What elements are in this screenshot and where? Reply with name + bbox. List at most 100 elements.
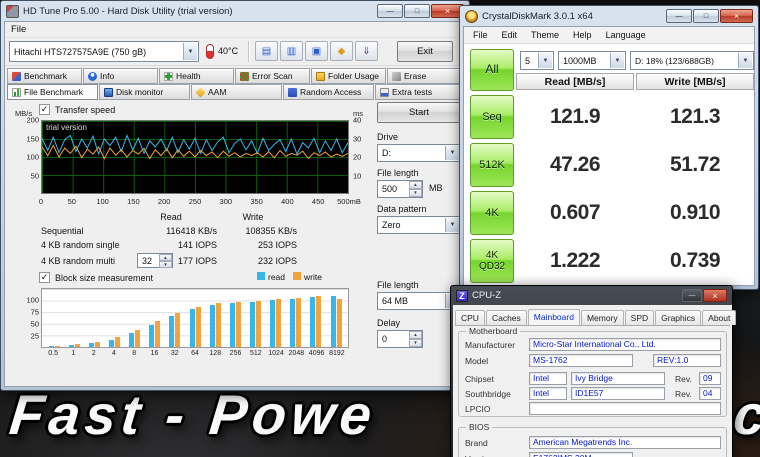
tab-info[interactable]: Info [83,68,158,84]
drive-dropdown[interactable]: D: 18% (123/688GB) ▼ [630,51,754,70]
read-bar [229,302,235,347]
file-length-stepper[interactable]: 500 ▲ ▼ [377,180,423,198]
cpuz-titlebar[interactable]: Z CPU-Z — × [453,286,730,305]
bar-pair [125,289,145,347]
minimize-button[interactable]: — [666,9,692,23]
spin-down-icon[interactable]: ▼ [409,339,422,347]
read-bar [310,296,316,347]
result-write-value: 108355 KB/s [245,226,297,236]
southbridge-name-field: ID1E57 [571,387,665,400]
tab-graphics[interactable]: Graphics [655,310,702,325]
result-write-value: 232 IOPS [257,256,297,266]
512k-read-value: 47.26 [549,153,601,176]
tab-about[interactable]: About [702,310,737,325]
tab-random-access[interactable]: Random Access [283,84,374,100]
tab-disk-monitor[interactable]: Disk monitor [99,84,190,100]
write-header: Write [MB/s] [636,73,754,90]
transfer-yaxis-right: 40 30 20 10 [353,116,373,194]
cpuz-window-title: CPU-Z [472,290,502,301]
hdtune-app-icon [6,4,19,18]
cdm-titlebar[interactable]: CrystalDiskMark 3.0.1 x64 — □ × [463,6,755,26]
cpuz-app-icon: Z [456,289,468,302]
read-bar [249,301,255,347]
menu-language[interactable]: Language [599,30,653,40]
close-button[interactable]: × [720,9,753,23]
tab-folder-usage[interactable]: Folder Usage [311,68,386,84]
menu-help[interactable]: Help [566,30,599,40]
hdtune-window: HD Tune Pro 5.00 - Hard Disk Utility (tr… [0,0,470,391]
menu-theme[interactable]: Theme [524,30,566,40]
write-bar [296,297,302,347]
y-axis-tick: 100 [26,152,39,162]
tab-memory[interactable]: Memory [580,310,624,325]
run-512k-button[interactable]: 512K [470,143,514,187]
maximize-button[interactable]: □ [693,9,719,23]
run-all-button[interactable]: All [470,49,514,91]
test-size-dropdown[interactable]: 1000MB ▼ [558,51,626,70]
file-length-label: File length [377,168,419,178]
chipset-vendor-field: Intel [529,372,567,385]
spin-up-icon[interactable]: ▲ [409,331,422,339]
spin-up-icon[interactable]: ▲ [409,181,422,189]
block-file-length-dropdown[interactable]: 64 MB ▼ [377,292,461,310]
run-seq-button[interactable]: Seq [470,95,514,139]
tab-extra-tests[interactable]: Extra tests [375,84,466,100]
x-axis-tick: 150 [127,197,140,206]
read-bar [209,304,215,347]
drive-select[interactable]: Hitachi HTS727575A9E (750 gB) ▼ [9,41,199,62]
block-chart-legend: read write [257,272,322,282]
tab-spd[interactable]: SPD [624,310,655,325]
read-bar [290,298,296,347]
drive-dropdown[interactable]: D: ▼ [377,144,461,162]
copy-screenshot-button[interactable]: ▤ [255,41,278,61]
spin-down-icon[interactable]: ▼ [409,189,422,197]
write-bar [155,320,161,347]
tab-benchmark[interactable]: Benchmark [7,68,82,84]
minimize-button[interactable]: — [682,289,702,302]
tab-cpu[interactable]: CPU [455,310,485,325]
tab-erase[interactable]: Erase [387,68,462,84]
bar-pair [64,289,84,347]
exit-button[interactable]: Exit [397,41,453,62]
tab-aam[interactable]: AAM [191,84,282,100]
result-read-value: 141 IOPS [177,240,217,250]
tab-file-benchmark[interactable]: File Benchmark [7,84,98,100]
save-screenshot-button[interactable]: ▣ [305,41,328,61]
update-button[interactable]: ⇓ [355,41,378,61]
test-count-value: 5 [525,55,531,66]
model-label: Model [465,356,489,366]
x-axis-tick: 512 [249,350,262,357]
x-axis-tick: 32 [170,350,179,357]
cdm-menubar: File Edit Theme Help Language [464,27,754,44]
chevron-down-icon: ▼ [445,146,459,160]
run-4k-qd32-button[interactable]: 4K QD32 [470,239,514,283]
bar-pair [245,289,265,347]
transfer-speed-checkbox[interactable]: ✓ [39,104,50,115]
run-4k-button[interactable]: 4K [470,191,514,235]
favorites-button[interactable]: ◆ [330,41,353,61]
tab-caches[interactable]: Caches [485,310,527,325]
copy-text-button[interactable]: ▥ [280,41,303,61]
drive-value: D: 18% (123/688GB) [635,55,714,66]
hdtune-titlebar[interactable]: HD Tune Pro 5.00 - Hard Disk Utility (tr… [4,1,466,21]
tab-error-scan[interactable]: Error Scan [235,68,310,84]
menu-file[interactable]: File [466,30,495,40]
southbridge-rev-field: 04 [699,387,721,400]
tab-health[interactable]: Health [159,68,234,84]
y-axis-tick: 40 [353,115,362,125]
data-pattern-value: Zero [382,220,401,230]
menu-edit[interactable]: Edit [495,30,525,40]
result-read-value: 177 IOPS [177,256,217,266]
tab-mainboard[interactable]: Mainboard [527,309,580,325]
maximize-button[interactable]: □ [404,4,430,18]
start-button[interactable]: Start [377,102,461,123]
x-axis-tick: 2048 [288,350,305,357]
tab-label: Random Access [300,87,362,97]
test-count-dropdown[interactable]: 5 ▼ [520,51,554,70]
close-button[interactable]: × [703,289,727,302]
minimize-button[interactable]: — [377,4,403,18]
delay-stepper[interactable]: 0 ▲ ▼ [377,330,423,348]
block-size-checkbox[interactable]: ✓ [39,272,50,283]
data-pattern-dropdown[interactable]: Zero ▼ [377,216,461,234]
menu-file[interactable]: File [11,24,26,35]
